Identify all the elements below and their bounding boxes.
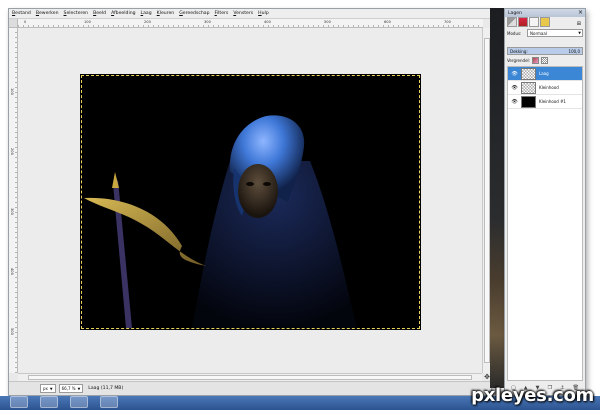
ruler-label: 500	[10, 328, 14, 335]
menu-afbeelding[interactable]: Afbeelding	[111, 11, 135, 16]
ruler-label: 200	[10, 148, 14, 155]
face-shape	[238, 164, 278, 218]
layer-thumbnail	[521, 67, 536, 80]
layer-row[interactable]: 👁 Laag	[508, 67, 582, 81]
right-eye-shape	[263, 182, 271, 186]
ruler-label: 300	[204, 20, 211, 24]
grim-reaper-artwork	[82, 76, 419, 328]
layer-row[interactable]: 👁 Kleinhood #1	[508, 95, 582, 109]
statusbar: px ▼ 66,7 % ▼ Laag (11,7 MB)	[9, 381, 491, 395]
taskbar-button[interactable]	[100, 396, 118, 408]
ruler-label: 100	[10, 88, 14, 95]
chevron-down-icon: ▼	[77, 386, 81, 391]
undo-tab-icon[interactable]	[540, 17, 550, 27]
ruler-label: 200	[144, 20, 151, 24]
ruler-label: 300	[10, 208, 14, 215]
eye-icon[interactable]: 👁	[511, 85, 518, 91]
layer-name: Kleinhood	[539, 85, 559, 90]
ruler-label: 700	[444, 20, 451, 24]
gimp-image-window: Bestand Bewerken Selecteren Beeld Afbeel…	[8, 8, 492, 396]
unit-value: px	[43, 386, 48, 391]
horizontal-ruler[interactable]: 0 100 200 300 400 500 600 700	[18, 19, 483, 28]
layer-thumbnail	[521, 95, 536, 108]
status-message: Laag (11,7 MB)	[88, 386, 124, 391]
taskbar-button[interactable]	[10, 396, 28, 408]
ruler-label: 600	[384, 20, 391, 24]
menu-hulp[interactable]: Hulp	[258, 11, 269, 16]
menu-filters[interactable]: Filters	[215, 11, 229, 16]
mode-value: Normaal	[530, 30, 547, 36]
menubar: Bestand Bewerken Selecteren Beeld Afbeel…	[9, 9, 491, 19]
chevron-down-icon: ▼	[49, 386, 53, 391]
dock-menu-icon[interactable]: ⊞	[577, 21, 581, 27]
menu-laag[interactable]: Laag	[141, 11, 152, 16]
eye-icon[interactable]: 👁	[511, 99, 518, 105]
zoom-select[interactable]: 66,7 % ▼	[58, 384, 84, 393]
vertical-ruler[interactable]: 100 200 300 400 500	[9, 28, 18, 373]
watermark-logo: pxleyes.com	[471, 385, 594, 406]
layer-name: Laag	[539, 71, 549, 76]
image-canvas[interactable]	[80, 74, 421, 330]
taskbar-button[interactable]	[70, 396, 88, 408]
canvas-area[interactable]	[18, 28, 482, 373]
menu-bewerken[interactable]: Bewerken	[36, 11, 59, 16]
ruler-label: 400	[264, 20, 271, 24]
quick-mask-toggle[interactable]	[9, 19, 18, 28]
close-icon[interactable]: ×	[578, 9, 583, 17]
layer-row[interactable]: 👁 Kleinhood	[508, 81, 582, 95]
channels-tab-icon[interactable]	[518, 17, 528, 27]
opacity-slider[interactable]: Dekking: 100,0	[507, 47, 583, 55]
eye-icon[interactable]: 👁	[511, 71, 518, 77]
dock-title: Lagen	[508, 10, 523, 16]
ruler-label: 500	[324, 20, 331, 24]
lock-row: Vergrendel:	[507, 57, 549, 64]
mode-select[interactable]: Normaal ▼	[527, 29, 583, 37]
layer-thumbnail	[521, 81, 536, 94]
chevron-down-icon: ▼	[578, 31, 581, 35]
mode-row: Modus: Normaal ▼	[507, 29, 583, 37]
menu-gereedschap[interactable]: Gereedschap	[179, 11, 209, 16]
mode-label: Modus:	[507, 30, 522, 36]
opacity-label: Dekking:	[510, 48, 528, 54]
menu-kleuren[interactable]: Kleuren	[157, 11, 175, 16]
dock-tabs: ⊞	[507, 17, 583, 27]
background-photo-strip	[490, 8, 504, 388]
layers-tab-icon[interactable]	[507, 17, 517, 27]
layer-list: 👁 Laag 👁 Kleinhood 👁 Kleinhood #1	[507, 66, 583, 381]
ruler-label: 100	[84, 20, 91, 24]
taskbar-button[interactable]	[40, 396, 58, 408]
brush-lock-icon[interactable]	[532, 57, 540, 64]
zoom-value: 66,7 %	[61, 386, 76, 391]
dock-titlebar[interactable]: Lagen ×	[505, 9, 585, 17]
layers-dock: Lagen × ⊞ Modus: Normaal ▼ Dekking: 100,…	[504, 8, 586, 396]
scroll-thumb[interactable]	[28, 375, 472, 380]
left-eye-shape	[246, 182, 254, 186]
unit-select[interactable]: px ▼	[40, 384, 56, 393]
ruler-label: 0	[24, 20, 27, 24]
menu-vensters[interactable]: Vensters	[233, 11, 253, 16]
paths-tab-icon[interactable]	[529, 17, 539, 27]
opacity-value: 100,0	[568, 48, 580, 54]
ruler-label: 400	[10, 268, 14, 275]
lock-label: Vergrendel:	[507, 58, 531, 63]
menu-beeld[interactable]: Beeld	[93, 11, 106, 16]
menu-bestand[interactable]: Bestand	[12, 11, 31, 16]
layer-name: Kleinhood #1	[539, 99, 566, 104]
horizontal-scrollbar[interactable]	[18, 373, 482, 381]
menu-selecteren[interactable]: Selecteren	[64, 11, 89, 16]
alpha-lock-icon[interactable]	[541, 57, 549, 64]
